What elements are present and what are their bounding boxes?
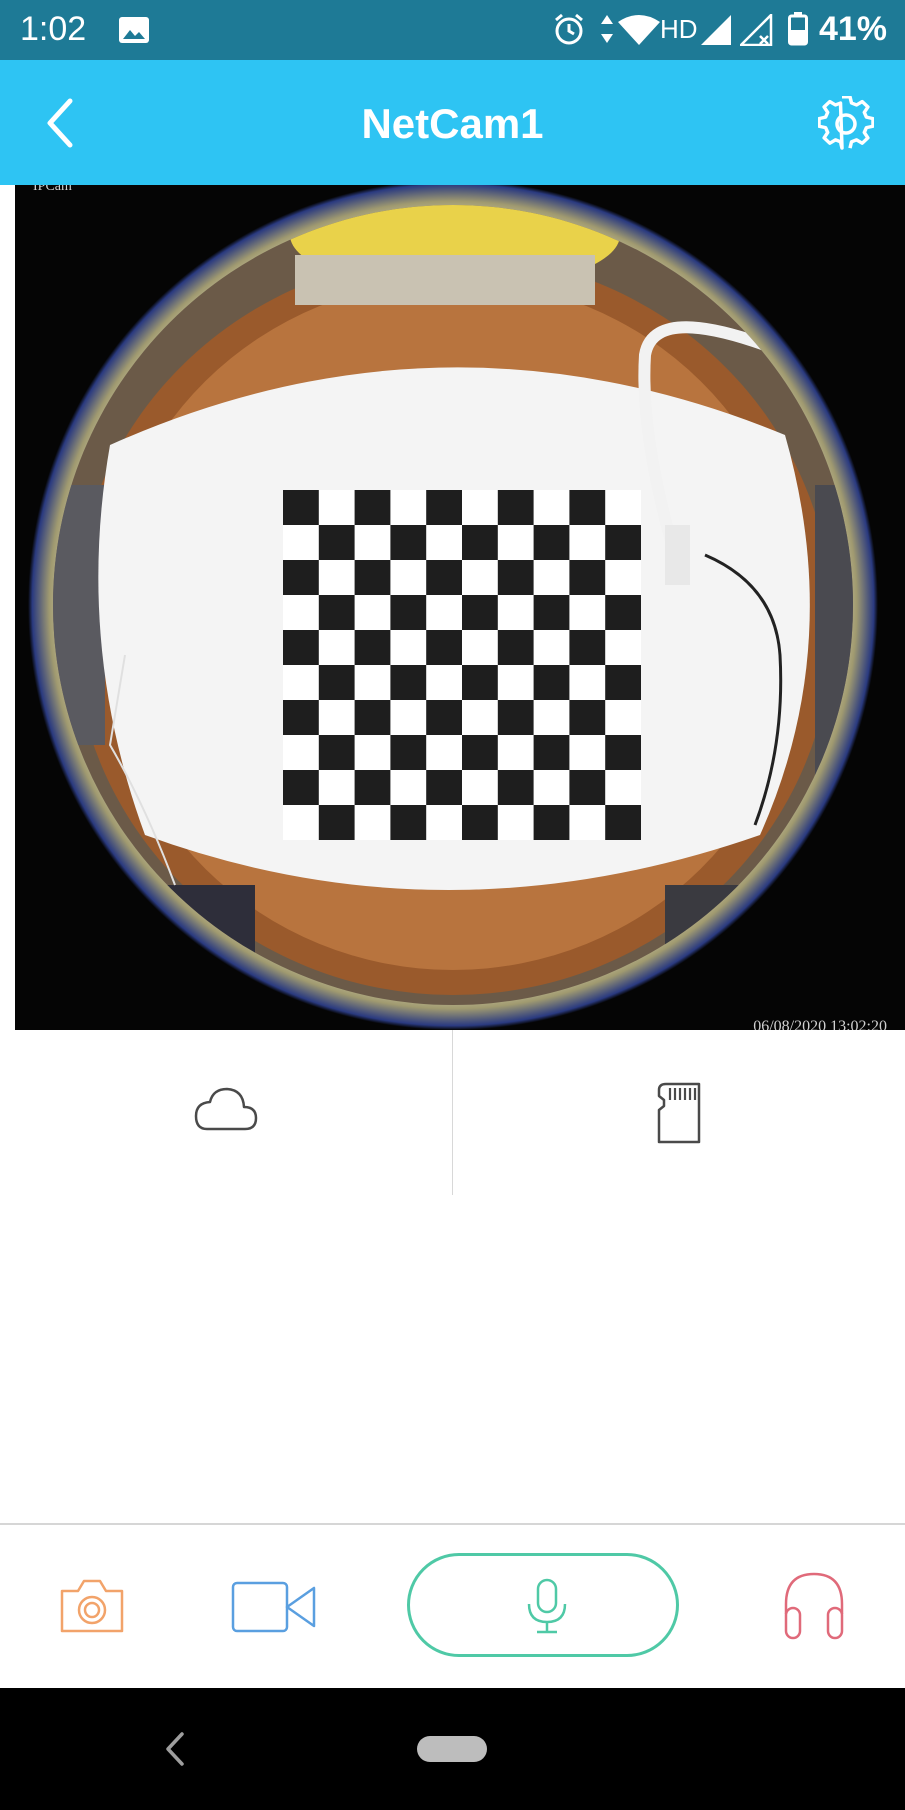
sd-card-icon xyxy=(657,1082,701,1144)
checker-square xyxy=(354,490,391,525)
nav-home-pill[interactable] xyxy=(417,1736,487,1762)
checker-square xyxy=(390,805,427,840)
checker-square xyxy=(462,735,498,770)
checker-square xyxy=(497,490,534,525)
checker-square xyxy=(283,560,319,595)
checker-square xyxy=(605,805,641,840)
wifi-icon xyxy=(618,15,660,45)
checker-square xyxy=(462,595,498,630)
checker-square xyxy=(533,525,570,560)
checker-square xyxy=(497,770,534,805)
camera-icon[interactable] xyxy=(58,1577,126,1635)
checker-square xyxy=(283,700,319,735)
checker-square xyxy=(390,665,427,700)
checker-square xyxy=(533,805,570,840)
network-hd-label: HD xyxy=(660,14,698,44)
checker-square xyxy=(283,490,319,525)
checker-square xyxy=(497,630,534,665)
checkerboard-pattern xyxy=(283,490,641,840)
image-notification-icon xyxy=(119,17,149,43)
control-toolbar xyxy=(0,1525,905,1688)
status-bar: 1:02 HD 41% xyxy=(0,0,905,60)
checker-square xyxy=(426,490,462,525)
talk-button[interactable] xyxy=(407,1553,679,1657)
checker-square xyxy=(318,525,355,560)
checker-square xyxy=(354,770,391,805)
checker-square xyxy=(533,595,570,630)
checker-square xyxy=(605,735,641,770)
checker-square xyxy=(462,665,498,700)
checker-square xyxy=(318,665,355,700)
checker-square xyxy=(569,700,606,735)
cloud-icon xyxy=(194,1087,258,1131)
checker-square xyxy=(426,770,462,805)
checker-square xyxy=(533,665,570,700)
checker-square xyxy=(283,630,319,665)
app-bar: NetCam1 xyxy=(0,60,905,185)
checker-square xyxy=(426,560,462,595)
checker-square xyxy=(569,560,606,595)
status-time: 1:02 xyxy=(20,10,87,48)
checker-square xyxy=(569,630,606,665)
signal-icon xyxy=(701,15,731,45)
checker-square xyxy=(462,805,498,840)
playback-source-row xyxy=(0,1030,905,1195)
checker-square xyxy=(605,595,641,630)
battery-icon xyxy=(788,12,808,46)
timestamp-overlay: 06/08/2020 13:02:20 xyxy=(753,1018,887,1030)
checker-square xyxy=(497,700,534,735)
checker-square xyxy=(605,525,641,560)
checker-square xyxy=(354,560,391,595)
checker-square xyxy=(318,735,355,770)
headphones-icon[interactable] xyxy=(780,1570,848,1642)
cloud-playback-button[interactable] xyxy=(0,1030,452,1195)
signal-no-sim-icon xyxy=(740,14,773,46)
checker-square xyxy=(318,805,355,840)
checker-square xyxy=(426,700,462,735)
data-arrows-icon xyxy=(601,15,613,43)
camera-name-overlay: IPCam xyxy=(33,185,72,194)
checker-square xyxy=(390,525,427,560)
battery-percent: 41% xyxy=(818,10,887,48)
fisheye-image xyxy=(15,185,905,1030)
video-camera-icon[interactable] xyxy=(230,1580,318,1634)
checker-square xyxy=(354,630,391,665)
fisheye-view[interactable]: IPCam 06/08/2020 13:02:20 xyxy=(15,185,905,1030)
checker-square xyxy=(354,700,391,735)
checker-square xyxy=(569,770,606,805)
sd-card-playback-button[interactable] xyxy=(453,1030,905,1195)
checker-square xyxy=(390,595,427,630)
checker-square xyxy=(462,525,498,560)
checker-square xyxy=(426,630,462,665)
alarm-icon xyxy=(555,13,583,45)
checker-square xyxy=(390,735,427,770)
checker-square xyxy=(569,490,606,525)
checker-square xyxy=(605,665,641,700)
system-navigation-bar xyxy=(0,1688,905,1810)
gear-icon[interactable] xyxy=(818,96,874,152)
microphone-icon xyxy=(527,1578,567,1634)
checker-square xyxy=(283,770,319,805)
nav-back-icon[interactable] xyxy=(160,1728,190,1770)
checker-square xyxy=(533,735,570,770)
checker-square xyxy=(497,560,534,595)
camera-feed[interactable]: IPCam 06/08/2020 13:02:20 xyxy=(0,185,905,1030)
checker-square xyxy=(318,595,355,630)
page-title: NetCam1 xyxy=(361,100,544,147)
